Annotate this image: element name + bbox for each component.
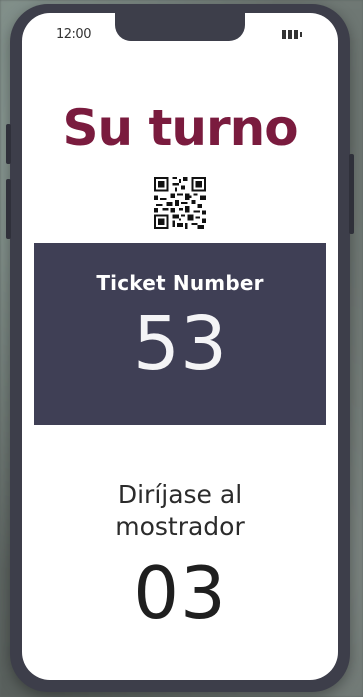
qr-code-icon [154, 177, 206, 229]
volume-button [6, 179, 11, 239]
phone-notch [115, 13, 245, 41]
ticket-number: 53 [132, 301, 228, 387]
battery-icon [282, 29, 304, 39]
phone-frame: 12:00 Su turno Ticket Number 53 Diríjase… [6, 4, 354, 692]
status-bar: 12:00 [22, 13, 338, 47]
counter-label-line2: mostrador [115, 512, 245, 541]
ticket-panel: Ticket Number 53 [34, 243, 326, 425]
counter-number: 03 [133, 551, 227, 635]
ticket-label: Ticket Number [96, 271, 264, 295]
status-time: 12:00 [56, 27, 91, 42]
power-button [349, 154, 354, 234]
volume-button [6, 124, 11, 164]
counter-label: Diríjase al mostrador [22, 479, 338, 543]
page-title: Su turno [62, 99, 298, 157]
counter-label-line1: Diríjase al [117, 480, 243, 509]
phone-screen: 12:00 Su turno Ticket Number 53 Diríjase… [22, 13, 338, 680]
